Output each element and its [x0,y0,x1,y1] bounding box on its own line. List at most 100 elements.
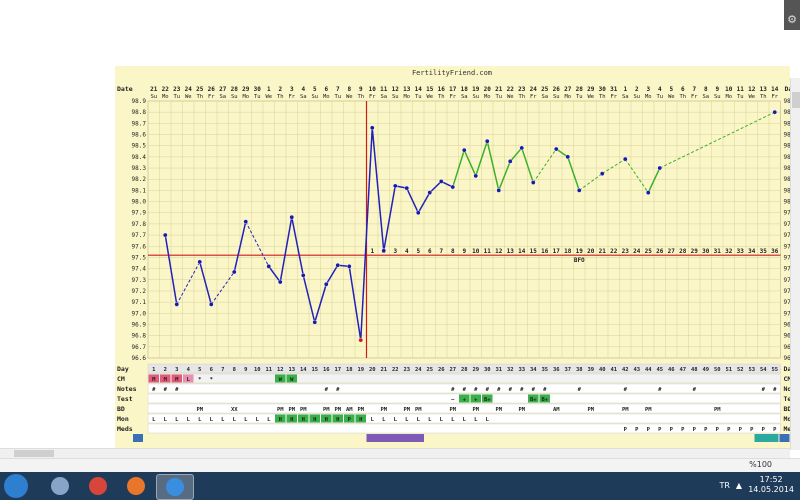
dpo-label: 12 [495,248,503,255]
row-label-bd: BD [117,405,125,413]
date-label: 3 [290,86,294,93]
y-tick-label: 97.9 [132,210,147,217]
start-button[interactable] [4,474,28,498]
temp-point [300,273,306,278]
cell-value: 7 [221,367,224,373]
dpo-label: 17 [553,248,561,255]
zoom-level[interactable]: %100 [749,460,772,469]
temp-point [289,214,295,220]
dpo-label: 4 [405,248,409,255]
cell-value: 14 [300,367,307,373]
weekday-label: Su [633,94,640,100]
cell-value: PM [323,407,330,413]
cell-value: 55 [771,367,778,373]
cell-value: 44 [645,367,652,373]
weekday-label: Su [311,94,318,100]
cell-value: 29 [472,367,479,373]
cell-value: 32 [507,367,514,373]
cell-value: 19 [357,367,364,373]
language-indicator[interactable]: TR [720,481,730,490]
date-label: 6 [324,86,328,93]
weekday-label: Th [679,94,686,100]
cell-value: 18 [346,367,353,373]
cell-value: 36 [553,367,560,373]
weekday-label: Th [277,94,284,100]
cell-value: B+ [530,397,537,403]
row-label-cycle_days: Day [117,365,129,373]
weekday-label: We [426,94,433,100]
date-label: 29 [587,86,595,93]
dpo-label: 10 [472,248,480,255]
temp-point [565,154,571,160]
cell-value: PM [622,407,629,413]
taskbar-chrome[interactable] [80,474,116,498]
y-tick-label: 98.9 [132,98,147,105]
date-label: 5 [313,86,317,93]
cell-value: PM [380,407,387,413]
y-tick-label: 97.6 [132,243,147,250]
weekday-label: Sa [541,94,548,100]
taskbar-firefox[interactable] [118,474,154,498]
y-tick-label: 96.6 [132,355,147,362]
date-label: 26 [553,86,561,93]
weekday-label: Th [357,94,364,100]
weekday-label: Tu [173,94,180,100]
dpo-label: 6 [428,248,432,255]
gear-icon[interactable]: ⚙ [786,14,798,26]
temp-point [576,188,582,193]
date-label: 13 [403,86,411,93]
cell-value: PM [415,407,422,413]
dpo-label: 27 [668,248,676,255]
weekday-label: Th [196,94,203,100]
weekday-label: Fr [369,94,376,100]
row-band-meds [147,423,781,434]
temp-point [553,146,559,152]
cell-value: * [210,377,213,383]
dpo-label: 24 [633,248,641,255]
clock-date: 14.05.2014 [748,485,794,494]
vertical-scroll-thumb[interactable] [792,92,800,108]
cell-value: * [198,377,201,383]
dpo-label: 19 [576,248,584,255]
left-clipped-text [0,60,12,170]
tray-expand-icon[interactable]: ▲ [736,481,742,490]
temp-point [484,138,490,144]
weekday-label: Sa [380,94,387,100]
cell-value: AM [553,407,560,413]
temp-point [335,262,341,268]
vertical-scrollbar[interactable] [790,78,800,450]
dpo-label: 16 [541,248,549,255]
teal-block [754,434,779,442]
temp-point [427,190,433,195]
weekday-label: Mo [484,94,491,100]
row-label-cm: CM [117,375,125,383]
taskbar-media-app[interactable] [42,474,78,498]
date-label: 17 [449,86,457,93]
weekday-label: Su [553,94,560,100]
temp-point [496,188,502,193]
cell-value: 43 [633,367,640,373]
weekday-label: Tu [656,94,663,100]
dpo-label: 20 [587,248,595,255]
taskbar-ie[interactable] [156,474,194,500]
date-label: 15 [426,86,434,93]
weekday-label: Mo [564,94,571,100]
row-band-cm [147,373,781,384]
weekday-label: Fr [208,94,215,100]
weekday-label: Tu [737,94,744,100]
date-label: 4 [301,86,305,93]
temp-point [392,183,398,189]
weekday-label: Sa [622,94,629,100]
temp-point [645,190,651,195]
firefox-icon [127,477,145,495]
cell-value: 26 [438,367,445,373]
cell-value: PM [449,407,456,413]
cell-value: 30 [484,367,491,373]
dpo-label: 26 [656,248,664,255]
clock[interactable]: 17:52 14.05.2014 [748,475,794,495]
bfo-label: BFO [574,257,585,264]
plot-area [147,100,781,359]
cell-value: PM [472,407,479,413]
horizontal-scroll-thumb[interactable] [14,450,54,457]
date-label: 24 [185,86,193,93]
